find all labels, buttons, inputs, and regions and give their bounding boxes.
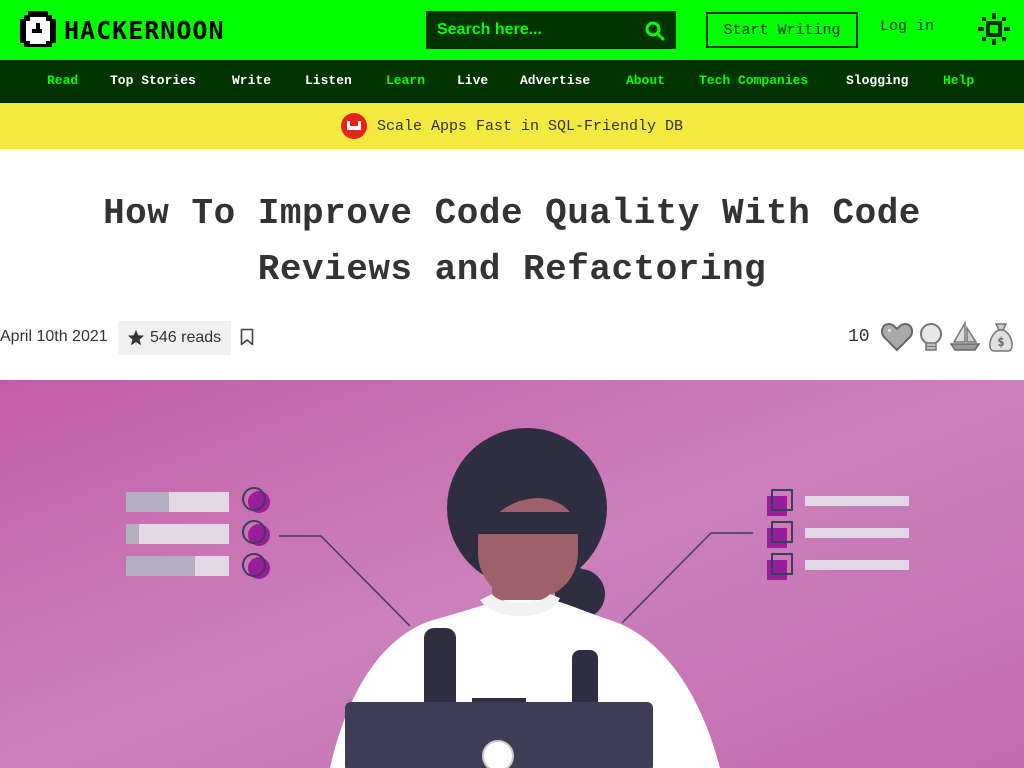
logo-icon bbox=[20, 11, 56, 47]
nav-item-advertise[interactable]: Advertise bbox=[520, 73, 590, 88]
svg-text:$: $ bbox=[997, 335, 1004, 349]
nav-item-learn[interactable]: Learn bbox=[386, 73, 425, 88]
hackernoon-logo[interactable]: HACKERNOON bbox=[20, 10, 225, 50]
nav-item-live[interactable]: Live bbox=[457, 73, 488, 88]
publish-date: April 10th 2021 bbox=[0, 328, 108, 345]
login-link[interactable]: Log in bbox=[880, 18, 934, 35]
nav-item-tech-companies[interactable]: Tech Companies bbox=[699, 73, 808, 88]
star-icon bbox=[127, 329, 145, 346]
logo-text: HACKERNOON bbox=[64, 15, 225, 45]
nav-item-help[interactable]: Help bbox=[943, 73, 974, 88]
nav-item-about[interactable]: About bbox=[626, 73, 665, 88]
promo-banner[interactable]: Scale Apps Fast in SQL-Friendly DB bbox=[0, 103, 1024, 149]
start-writing-button[interactable]: Start Writing bbox=[706, 12, 858, 48]
nav-item-listen[interactable]: Listen bbox=[305, 73, 352, 88]
money-bag-icon[interactable]: $ bbox=[984, 320, 1018, 354]
lightbulb-icon[interactable] bbox=[914, 320, 948, 354]
bookmark-icon[interactable] bbox=[240, 328, 254, 346]
nav-item-top-stories[interactable]: Top Stories bbox=[110, 73, 196, 88]
article-title: How To Improve Code Quality With Code Re… bbox=[103, 193, 921, 290]
search-input[interactable] bbox=[427, 21, 637, 39]
nav-item-slogging[interactable]: Slogging bbox=[846, 73, 908, 88]
search-icon[interactable] bbox=[645, 21, 665, 41]
laptop bbox=[345, 698, 653, 768]
top-bar: HACKERNOON Start Writing Log in bbox=[0, 0, 1024, 60]
search-box[interactable] bbox=[426, 11, 676, 49]
hero-illustration bbox=[0, 380, 1024, 768]
reads-badge: 546 reads bbox=[118, 321, 231, 355]
sponsor-logo-icon bbox=[340, 113, 367, 139]
nav-item-write[interactable]: Write bbox=[232, 73, 271, 88]
reaction-count: 10 bbox=[848, 327, 870, 347]
nav-item-read[interactable]: Read bbox=[47, 73, 78, 88]
reads-count: 546 reads bbox=[150, 329, 222, 346]
promo-text: Scale Apps Fast in SQL-Friendly DB bbox=[376, 117, 684, 135]
sun-icon[interactable] bbox=[978, 13, 1010, 45]
boat-icon[interactable] bbox=[948, 320, 982, 354]
nav-bar: Read Top Stories Write Listen Learn Live… bbox=[0, 60, 1024, 103]
heart-icon[interactable] bbox=[880, 320, 914, 354]
